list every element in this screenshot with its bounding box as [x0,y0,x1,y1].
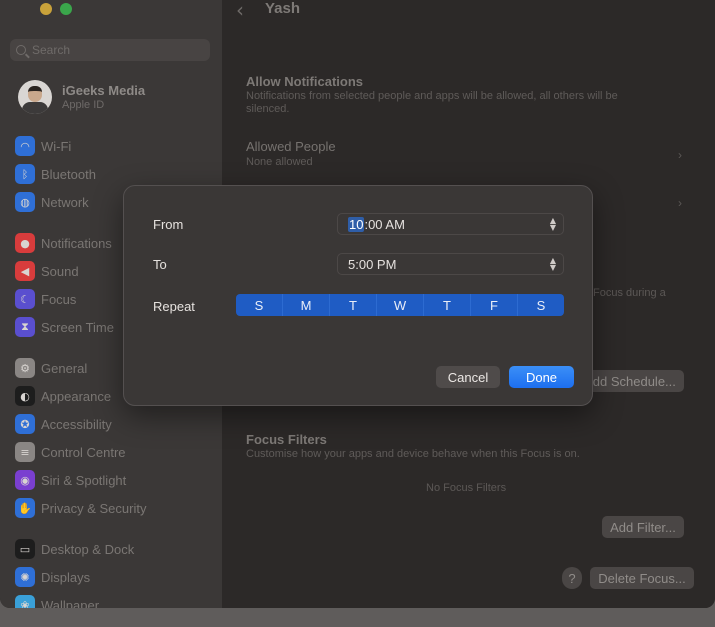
to-label: To [153,257,167,272]
day-wednesday[interactable]: W [377,294,424,316]
sidebar-item-label: Appearance [41,388,112,404]
chevron-right-icon: › [678,148,682,162]
day-sunday[interactable]: S [236,294,283,316]
speaker-icon: ◀ [15,261,35,281]
globe-icon: ◍ [15,192,35,212]
sidebar-item-displays[interactable]: ✺ Displays [15,563,134,591]
allowed-people-subtitle: None allowed [246,156,313,168]
partial-text: Focus during a [593,287,666,299]
sidebar-item-control-centre[interactable]: ≡ Control Centre [15,438,146,466]
bell-icon: ● [15,233,35,253]
allow-notifications-title: Allow Notifications [246,74,363,89]
apple-id-account[interactable]: iGeeks Media Apple ID [18,80,145,114]
sidebar-item-sound[interactable]: ◀ Sound [15,257,114,285]
hourglass-icon: ⧗ [15,317,35,337]
sidebar-item-bluetooth[interactable]: ᛒ Bluetooth [15,160,96,188]
from-label: From [153,217,184,232]
from-hour-segment[interactable]: 10 [348,216,365,232]
wallpaper-icon: ❀ [15,595,35,608]
hand-icon: ✋ [15,498,35,518]
accessibility-icon: ✪ [15,414,35,434]
sidebar-item-label: Desktop & Dock [41,541,135,557]
sidebar-item-label: General [41,360,88,376]
cancel-button[interactable]: Cancel [436,366,500,388]
search-placeholder: Search [32,43,71,57]
day-thursday[interactable]: T [424,294,471,316]
search-input[interactable]: Search [10,39,210,61]
sidebar-item-label: Displays [41,569,91,585]
sidebar-group-network: ◠ Wi-Fi ᛒ Bluetooth ◍ Network [15,132,96,216]
sidebar-group-notifications: ● Notifications ◀ Sound ☾ Focus ⧗ Screen… [15,229,114,341]
window-controls [40,3,72,15]
sidebar-item-network[interactable]: ◍ Network [15,188,96,216]
page-title: Yash [265,0,301,17]
sidebar-item-label: Bluetooth [41,166,96,182]
day-friday[interactable]: F [471,294,518,316]
bluetooth-icon: ᛒ [15,164,35,184]
sidebar-item-label: Accessibility [41,416,112,432]
delete-focus-button[interactable]: Delete Focus... [590,567,694,589]
sidebar-item-focus[interactable]: ☾ Focus [15,285,114,313]
allow-notifications-subtitle: Notifications from selected people and a… [246,90,618,115]
moon-icon: ☾ [15,289,35,309]
sidebar-item-notifications[interactable]: ● Notifications [15,229,114,257]
help-button[interactable]: ? [562,567,582,589]
sidebar-item-screen-time[interactable]: ⧗ Screen Time [15,313,114,341]
allowed-people-title[interactable]: Allowed People [246,139,336,154]
chevron-right-icon: › [678,196,682,210]
sidebar-item-accessibility[interactable]: ✪ Accessibility [15,410,146,438]
sidebar-item-label: Wallpaper [41,597,100,609]
siri-icon: ◉ [15,470,35,490]
wifi-icon: ◠ [15,136,35,156]
to-time-field[interactable]: 5:00 PM ▲ ▼ [337,253,564,275]
gear-icon: ⚙ [15,358,35,378]
sidebar-item-desktop-dock[interactable]: ▭ Desktop & Dock [15,535,134,563]
sidebar-item-wifi[interactable]: ◠ Wi-Fi [15,132,96,160]
done-button[interactable]: Done [509,366,574,388]
back-chevron-icon[interactable]: ‹ [236,0,244,22]
account-subtitle: Apple ID [62,99,105,111]
repeat-label: Repeat [153,299,195,314]
sidebar-item-wallpaper[interactable]: ❀ Wallpaper [15,591,134,608]
sidebar-item-label: Control Centre [41,444,126,460]
dock-icon: ▭ [15,539,35,559]
sidebar-item-label: Focus [41,291,77,307]
sidebar-item-label: Notifications [41,235,112,251]
from-stepper-icon[interactable]: ▲ ▼ [549,217,557,232]
appearance-icon: ◐ [15,386,35,406]
sidebar-item-label: Network [41,194,89,210]
avatar [18,80,52,114]
minimize-button[interactable] [40,3,52,15]
from-time-field[interactable]: 10:00 AM ▲ ▼ [337,213,564,235]
search-icon [16,45,26,55]
repeat-days-selector: S M T W T F S [236,294,564,316]
day-monday[interactable]: M [283,294,330,316]
sidebar-item-label: Wi-Fi [41,138,72,154]
sidebar-item-siri-spotlight[interactable]: ◉ Siri & Spotlight [15,466,146,494]
zoom-button[interactable] [60,3,72,15]
sidebar-group-desktop: ▭ Desktop & Dock ✺ Displays ❀ Wallpaper [15,535,134,608]
to-time-value: 5:00 PM [348,256,397,272]
sidebar-item-privacy-security[interactable]: ✋ Privacy & Security [15,494,146,522]
add-filter-button[interactable]: Add Filter... [602,516,684,538]
toggles-icon: ≡ [15,442,35,462]
from-time-rest: :00 AM [364,216,405,232]
sidebar-item-label: Sound [41,263,79,279]
sidebar-item-label: Screen Time [41,319,114,335]
day-saturday[interactable]: S [518,294,564,316]
schedule-dialog: From 10:00 AM ▲ ▼ To 5:00 PM ▲ ▼ Repeat S … [123,185,593,406]
day-tuesday[interactable]: T [330,294,377,316]
sidebar-item-label: Privacy & Security [41,500,147,516]
focus-filters-subtitle: Customise how your apps and device behav… [246,448,580,460]
settings-window: Search iGeeks Media Apple ID ◠ Wi-Fi ᛒ B… [0,0,715,608]
to-stepper-icon[interactable]: ▲ ▼ [549,257,557,272]
account-name: iGeeks Media [62,83,146,98]
focus-filters-title: Focus Filters [246,432,327,447]
sun-icon: ✺ [15,567,35,587]
sidebar-item-label: Siri & Spotlight [41,472,127,488]
no-focus-filters-text: No Focus Filters [426,482,507,494]
